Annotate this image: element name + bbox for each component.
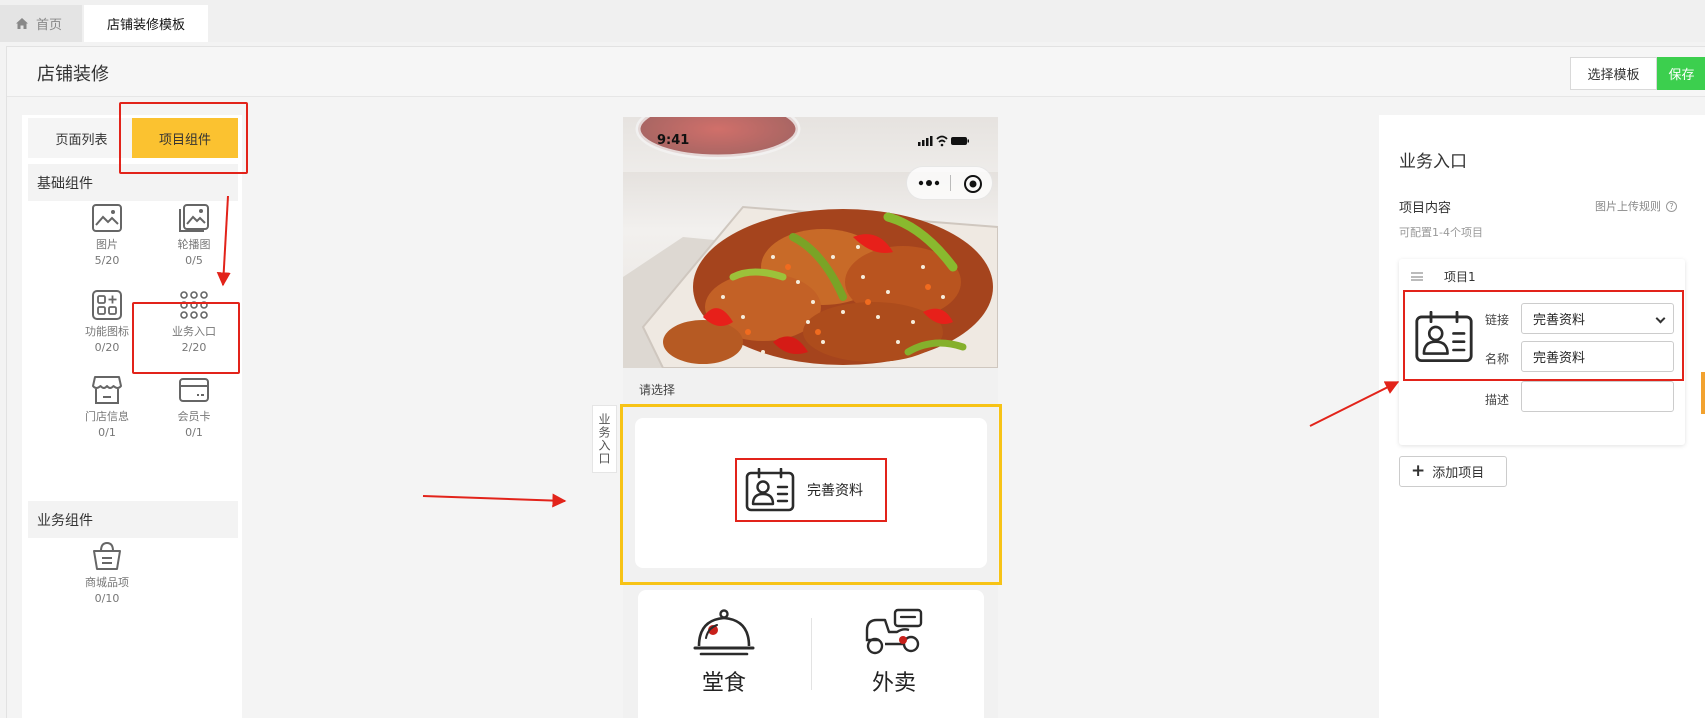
plus-icon: +	[1411, 461, 1426, 481]
page-title: 店铺装修	[37, 64, 109, 85]
scooter-icon	[865, 608, 923, 655]
annotation-box-business-entry	[132, 302, 240, 374]
image-icon	[92, 204, 122, 232]
tab-home-label: 首页	[36, 18, 63, 33]
business-entry-item[interactable]: 完善资料	[735, 458, 887, 522]
business-entry-side-label: 业务入口	[592, 405, 617, 473]
dining-cloche-icon	[693, 609, 755, 656]
component-name: 门店信息	[85, 410, 129, 423]
component-image[interactable]: 图片 5/20	[67, 203, 147, 269]
tab-strip: 首页 店铺装修模板	[0, 0, 1705, 42]
mini-program-capsule[interactable]	[906, 166, 993, 200]
save-button[interactable]: 保存	[1657, 57, 1705, 90]
link-select[interactable]: 完善资料	[1521, 303, 1674, 334]
component-count: 5/20	[94, 254, 120, 267]
business-components-heading: 业务组件	[28, 501, 238, 538]
store-icon	[92, 376, 122, 404]
settings-title: 业务入口	[1399, 152, 1467, 172]
id-card-thumbnail-icon[interactable]	[1413, 311, 1475, 363]
service-dine-in-name: 堂食	[701, 671, 746, 696]
component-name: 图片	[96, 238, 118, 251]
service-delivery-name: 外卖	[871, 671, 916, 696]
component-count: 0/5	[185, 254, 203, 267]
business-entry-item-name: 完善资料	[807, 483, 863, 499]
upload-rule-link[interactable]: 图片上传规则 ?	[1595, 198, 1677, 214]
card-icon	[179, 378, 209, 402]
description-label: 描述	[1485, 393, 1510, 407]
project-item-title: 项目1	[1444, 270, 1476, 284]
project-item-card: 项目1 链接 完善资料 名称 完善资料 描述	[1399, 259, 1685, 445]
add-project-button[interactable]: + 添加项目	[1399, 456, 1507, 487]
description-input[interactable]	[1521, 381, 1674, 412]
status-bar-indicators-icon	[918, 135, 969, 147]
hero-food-image: 9:41	[623, 117, 998, 368]
status-bar-time: 9:41	[657, 133, 690, 148]
link-label: 链接	[1485, 313, 1510, 327]
help-icon: ?	[1666, 200, 1677, 212]
component-name: 轮播图	[177, 238, 211, 251]
basket-icon	[93, 541, 121, 570]
name-label: 名称	[1485, 352, 1510, 366]
annotation-box-components-tab	[119, 102, 248, 174]
name-input[interactable]: 完善资料	[1521, 341, 1674, 372]
component-count: 0/1	[98, 426, 116, 439]
component-count: 0/10	[94, 592, 120, 605]
component-name: 会员卡	[177, 410, 211, 423]
component-panel: 页面列表 项目组件 基础组件 图片 5/20 轮播图 0/5 功能图标 0/20…	[22, 115, 242, 718]
chevron-down-icon	[1655, 313, 1666, 324]
add-project-label: 添加项目	[1432, 466, 1485, 481]
link-select-value: 完善资料	[1533, 313, 1586, 328]
home-icon	[16, 18, 28, 29]
page-header: 店铺装修 选择模板 保存	[7, 47, 1705, 97]
service-dine-in[interactable]: 堂食	[654, 608, 794, 697]
tab-shop-template-label: 店铺装修模板	[106, 18, 185, 33]
component-count: 0/1	[185, 426, 203, 439]
component-store-info[interactable]: 门店信息 0/1	[67, 375, 147, 441]
component-carousel[interactable]: 轮播图 0/5	[154, 203, 234, 269]
component-member-card[interactable]: 会员卡 0/1	[154, 375, 234, 441]
name-input-value: 完善资料	[1533, 351, 1586, 366]
scrollbar-marker	[1701, 372, 1705, 414]
function-icon	[92, 290, 122, 320]
id-card-icon	[745, 468, 795, 512]
component-mall-item[interactable]: 商城品项 0/10	[67, 541, 147, 607]
tab-shop-template[interactable]: 店铺装修模板	[84, 5, 208, 42]
component-name: 商城品项	[85, 576, 129, 589]
service-divider	[811, 618, 812, 690]
drag-handle-icon[interactable]	[1411, 272, 1423, 281]
select-prompt: 请选择	[639, 383, 676, 397]
tab-home[interactable]: 首页	[0, 5, 82, 42]
business-entry-card: 完善资料	[635, 418, 987, 568]
upload-rule-label: 图片上传规则	[1595, 200, 1661, 213]
item-limit-note: 可配置1-4个项目	[1399, 226, 1483, 239]
service-card: 堂食 外卖	[638, 590, 984, 718]
service-delivery[interactable]: 外卖	[824, 608, 964, 697]
settings-panel: 业务入口 项目内容 图片上传规则 ? 可配置1-4个项目 项目1 链接 完善资料…	[1379, 115, 1705, 718]
choose-template-button[interactable]: 选择模板	[1570, 57, 1657, 90]
close-target-icon[interactable]	[963, 174, 983, 194]
business-entry-selected-frame[interactable]: 完善资料	[620, 404, 1002, 585]
project-content-label: 项目内容	[1399, 201, 1452, 216]
more-dots-icon[interactable]	[917, 176, 941, 190]
carousel-icon	[179, 204, 209, 232]
